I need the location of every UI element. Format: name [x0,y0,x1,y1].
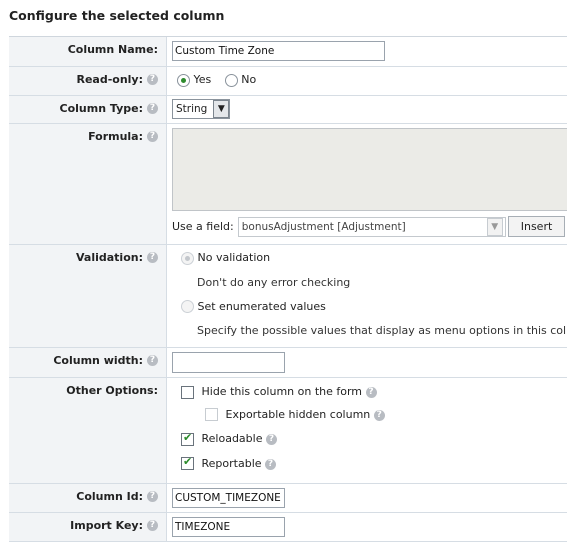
read-only-no-label: No [241,73,257,86]
enumerated-values-radio[interactable] [181,300,194,313]
read-only-yes-radio[interactable] [177,73,190,87]
page-title: Configure the selected column [9,8,225,23]
reportable-checkbox[interactable] [181,455,194,470]
enumerated-values-description: Specify the possible values that display… [197,324,567,337]
row-column-width: Column width: ? [9,348,567,378]
formula-textarea[interactable] [172,128,567,211]
row-column-id: Column Id: ? [9,484,567,513]
help-icon[interactable]: ? [373,409,385,421]
no-validation-label: No validation [197,251,271,264]
use-field-label: Use a field: [172,220,234,233]
import-key-input[interactable] [172,517,285,537]
column-name-input[interactable] [172,41,385,61]
column-id-label: Column Id: ? [9,484,167,512]
column-width-label: Column width: ? [9,348,167,377]
column-width-input[interactable] [172,352,285,373]
row-read-only: Read-only: ? Yes No [9,67,567,96]
help-icon[interactable]: ? [147,131,158,142]
hide-column-label: Hide this column on the form [201,385,363,398]
validation-label: Validation: ? [9,245,167,347]
read-only-no-radio[interactable] [224,73,238,87]
row-column-type: Column Type: ? String ▼ [9,96,567,124]
help-icon[interactable]: ? [265,434,277,445]
column-type-label: Column Type: ? [9,96,167,123]
column-id-input[interactable] [172,488,285,508]
column-config-form: Column Name: Read-only: ? Yes No Column … [9,36,567,542]
dropdown-arrow-icon[interactable]: ▼ [213,100,230,118]
help-icon[interactable]: ? [147,355,158,366]
help-icon[interactable]: ? [147,103,158,114]
insert-button[interactable]: Insert [507,216,566,237]
hide-column-checkbox[interactable] [181,385,194,399]
reloadable-checkbox[interactable] [181,431,194,446]
import-key-label: Import Key: ? [9,513,167,541]
row-validation: Validation: ? No validation Don't do any… [9,245,567,348]
exportable-hidden-label: Exportable hidden column [225,407,371,421]
help-icon[interactable]: ? [147,520,158,531]
enumerated-values-label: Set enumerated values [197,299,326,313]
column-type-select[interactable]: String ▼ [172,99,231,119]
other-options-label: Other Options: [9,378,167,483]
row-other-options: Other Options: Hide this column on the f… [9,378,567,484]
help-icon[interactable]: ? [265,458,277,470]
row-column-name: Column Name: [9,37,567,67]
formula-label: Formula: ? [9,124,167,244]
row-formula: Formula: ? Use a field: bonusAdjustment … [9,124,567,245]
no-validation-description: Don't do any error checking [197,275,351,289]
reportable-label: Reportable [201,456,262,470]
reloadable-label: Reloadable [201,432,263,445]
read-only-yes-label: Yes [193,73,212,86]
exportable-hidden-checkbox[interactable] [205,408,218,421]
help-icon[interactable]: ? [147,252,158,263]
column-name-label: Column Name: [9,37,167,66]
help-icon[interactable]: ? [147,74,158,85]
no-validation-radio[interactable] [181,251,194,265]
help-icon[interactable]: ? [365,387,377,398]
read-only-label: Read-only: ? [9,67,167,95]
use-field-select[interactable]: bonusAdjustment [Adjustment] ▼ [237,216,506,237]
row-import-key: Import Key: ? [9,513,567,542]
help-icon[interactable]: ? [147,491,158,502]
dropdown-arrow-icon[interactable]: ▼ [486,217,503,236]
